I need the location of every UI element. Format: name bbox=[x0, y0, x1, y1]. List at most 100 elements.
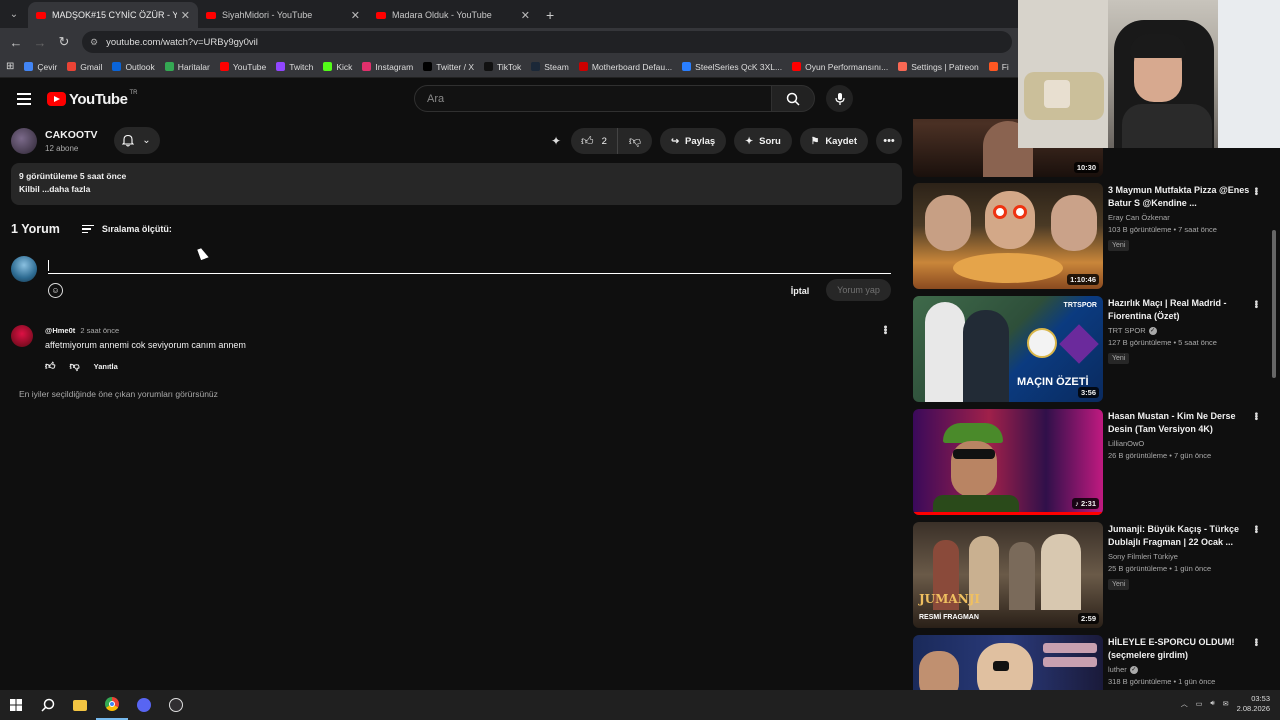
share-button[interactable]: ↪ Paylaş bbox=[660, 128, 727, 154]
channel-avatar[interactable] bbox=[11, 127, 37, 154]
video-channel[interactable]: LillianOwO bbox=[1108, 439, 1258, 448]
bookmark-item[interactable]: Kick bbox=[323, 62, 352, 72]
tray-chevron-up-icon[interactable]: ︿ bbox=[1181, 699, 1188, 709]
menu-hamburger-icon[interactable] bbox=[17, 93, 31, 105]
notification-bell-button[interactable]: ⌄ bbox=[113, 127, 160, 154]
bookmark-item[interactable]: Twitter / X bbox=[423, 62, 474, 72]
comment-username[interactable]: @Hme0t bbox=[45, 326, 75, 335]
bookmark-item[interactable]: Instagram bbox=[362, 62, 413, 72]
video-thumbnail[interactable] bbox=[913, 635, 1103, 690]
reload-icon[interactable]: ↻ bbox=[52, 34, 76, 50]
comment-menu-icon[interactable]: ••• bbox=[879, 325, 891, 334]
video-menu-icon[interactable]: ••• bbox=[1250, 638, 1261, 646]
bookmark-item[interactable]: SteelSeries QcK 3XL... bbox=[682, 62, 782, 72]
network-icon[interactable]: ▭ bbox=[1196, 700, 1203, 708]
sidebar-scrollbar[interactable] bbox=[1272, 230, 1276, 378]
bookmark-item[interactable]: Twitch bbox=[276, 62, 313, 72]
video-thumbnail[interactable]: JUMANJI RESMİ FRAGMAN 2:59 bbox=[913, 522, 1103, 628]
dislike-button[interactable]: 👎︎ bbox=[618, 128, 652, 154]
bookmark-item[interactable]: Oyun Performansını... bbox=[792, 62, 888, 72]
comment-like-icon[interactable]: 👍︎ bbox=[45, 360, 55, 372]
recommended-sidebar: 10:30 1:10:46 3 Maymun Mutfakta Pizza @E… bbox=[910, 119, 1280, 690]
like-button[interactable]: 👍︎ 2 bbox=[571, 128, 618, 154]
bookmark-favicon-icon bbox=[67, 62, 77, 71]
video-channel[interactable]: TRT SPOR ✓ bbox=[1108, 326, 1258, 336]
emoji-picker-icon[interactable]: ☺ bbox=[48, 283, 63, 298]
comment-time[interactable]: 2 saat önce bbox=[80, 326, 119, 335]
video-thumbnail[interactable]: ♪ 2:31 bbox=[913, 409, 1103, 515]
video-thumbnail[interactable]: 1:10:46 bbox=[913, 183, 1103, 289]
video-title[interactable]: Jumanji: Büyük Kaçış - Türkçe Dublajlı F… bbox=[1108, 523, 1258, 549]
video-title[interactable]: Hasan Mustan - Kim Ne Derse Desin (Tam V… bbox=[1108, 410, 1258, 436]
browser-tab[interactable]: Madara Olduk - YouTube ✕ bbox=[368, 2, 538, 28]
video-thumbnail[interactable]: TRTSPOR MAÇIN ÖZETİ 3:56 bbox=[913, 296, 1103, 402]
new-tab-plus-icon[interactable]: + bbox=[546, 7, 554, 23]
notification-icon[interactable]: ✉ bbox=[1223, 700, 1229, 708]
submit-comment-button[interactable]: Yorum yap bbox=[826, 279, 891, 301]
discord-icon[interactable] bbox=[128, 690, 160, 720]
ask-button[interactable]: ✦ Soru bbox=[734, 128, 792, 154]
obs-icon[interactable] bbox=[160, 690, 192, 720]
back-arrow-icon[interactable]: ← bbox=[4, 35, 28, 50]
tab-search-chevron-icon[interactable]: ⌄ bbox=[4, 4, 24, 24]
video-actions: ✦ 👍︎ 2 👎︎ ↪ Paylaş ✦ Soru ⚑ Kaydet ••• bbox=[551, 128, 902, 154]
taskbar-search-icon[interactable] bbox=[32, 690, 64, 720]
video-channel[interactable]: Eray Can Özkenar bbox=[1108, 213, 1258, 222]
sort-button[interactable]: Sıralama ölçütü: bbox=[102, 224, 172, 234]
search-input[interactable]: Ara bbox=[414, 85, 772, 112]
file-explorer-icon[interactable] bbox=[64, 690, 96, 720]
tab-close-icon[interactable]: ✕ bbox=[351, 9, 360, 22]
bookmark-item[interactable]: Gmail bbox=[67, 62, 102, 72]
description-box[interactable]: 9 görüntüleme 5 saat önce Kilbil ...daha… bbox=[11, 163, 902, 205]
search-button[interactable] bbox=[771, 85, 815, 112]
video-info[interactable]: 3 Maymun Mutfakta Pizza @Enes Batur S @K… bbox=[1108, 184, 1258, 252]
youtube-logo[interactable]: YouTube TR bbox=[47, 90, 137, 108]
channel-name[interactable]: CAKOOTV bbox=[45, 129, 98, 141]
video-meta: 103 B görüntüleme • 7 saat önce bbox=[1108, 225, 1217, 234]
video-channel[interactable]: luther ✓ bbox=[1108, 665, 1258, 675]
video-info[interactable]: Hasan Mustan - Kim Ne Derse Desin (Tam V… bbox=[1108, 410, 1258, 460]
video-title[interactable]: 3 Maymun Mutfakta Pizza @Enes Batur S @K… bbox=[1108, 184, 1258, 210]
video-info[interactable]: HİLEYLE E-SPORCU OLDUM! (seçmelere girdi… bbox=[1108, 636, 1258, 686]
bookmark-item[interactable]: Fi bbox=[988, 62, 1009, 72]
video-title[interactable]: Hazırlık Maçı | Real Madrid - Fiorentina… bbox=[1108, 297, 1258, 323]
video-info[interactable]: Jumanji: Büyük Kaçış - Türkçe Dublajlı F… bbox=[1108, 523, 1258, 591]
sort-icon[interactable] bbox=[81, 224, 94, 234]
chrome-icon[interactable] bbox=[96, 690, 128, 720]
commenter-avatar[interactable] bbox=[11, 325, 33, 347]
tab-close-icon[interactable]: ✕ bbox=[181, 9, 190, 22]
bookmark-item[interactable]: Haritalar bbox=[164, 62, 210, 72]
video-info[interactable]: Hazırlık Maçı | Real Madrid - Fiorentina… bbox=[1108, 297, 1258, 365]
bookmark-item[interactable]: YouTube bbox=[219, 62, 266, 72]
voice-search-button[interactable] bbox=[826, 85, 853, 112]
bookmark-item[interactable]: Settings | Patreon bbox=[898, 62, 979, 72]
bookmark-item[interactable]: Outlook bbox=[112, 62, 155, 72]
bookmark-item[interactable]: Çevir bbox=[24, 62, 57, 72]
reply-button[interactable]: Yanıtla bbox=[94, 362, 118, 371]
bookmark-item[interactable]: Steam bbox=[531, 62, 569, 72]
comment-dislike-icon[interactable]: 👎︎ bbox=[69, 360, 79, 372]
browser-tab[interactable]: SiyahMidori - YouTube ✕ bbox=[198, 2, 368, 28]
site-info-icon[interactable]: ⚙ bbox=[90, 37, 98, 48]
address-bar[interactable]: ⚙ youtube.com/watch?v=URBy9gy0vil bbox=[82, 31, 1012, 53]
system-clock[interactable]: 03:53 2.08.2026 bbox=[1237, 694, 1270, 714]
comment-input[interactable] bbox=[48, 260, 891, 274]
video-menu-icon[interactable]: ••• bbox=[1250, 187, 1261, 195]
sparkle-icon[interactable]: ✦ bbox=[551, 134, 561, 148]
windows-start-icon[interactable] bbox=[0, 690, 32, 720]
save-button[interactable]: ⚑ Kaydet bbox=[799, 128, 868, 154]
forward-arrow-icon[interactable]: → bbox=[28, 35, 52, 50]
volume-icon[interactable]: 🔊︎ bbox=[1210, 700, 1214, 708]
video-menu-icon[interactable]: ••• bbox=[1250, 300, 1261, 308]
browser-tab-active[interactable]: MADŞOK#15 CYNİC ÖZÜR - Yo ✕ bbox=[28, 2, 198, 28]
video-menu-icon[interactable]: ••• bbox=[1250, 525, 1261, 533]
video-channel[interactable]: Sony Filmleri Türkiye bbox=[1108, 552, 1258, 561]
apps-grid-icon[interactable]: ⊞ bbox=[6, 61, 14, 72]
bookmark-item[interactable]: TikTok bbox=[484, 62, 521, 72]
tab-close-icon[interactable]: ✕ bbox=[521, 9, 530, 22]
cancel-button[interactable]: İptal bbox=[780, 282, 820, 300]
video-menu-icon[interactable]: ••• bbox=[1250, 412, 1261, 420]
video-title[interactable]: HİLEYLE E-SPORCU OLDUM! (seçmelere girdi… bbox=[1108, 636, 1258, 662]
bookmark-item[interactable]: Motherboard Defau... bbox=[578, 62, 672, 72]
more-actions-button[interactable]: ••• bbox=[876, 128, 902, 154]
